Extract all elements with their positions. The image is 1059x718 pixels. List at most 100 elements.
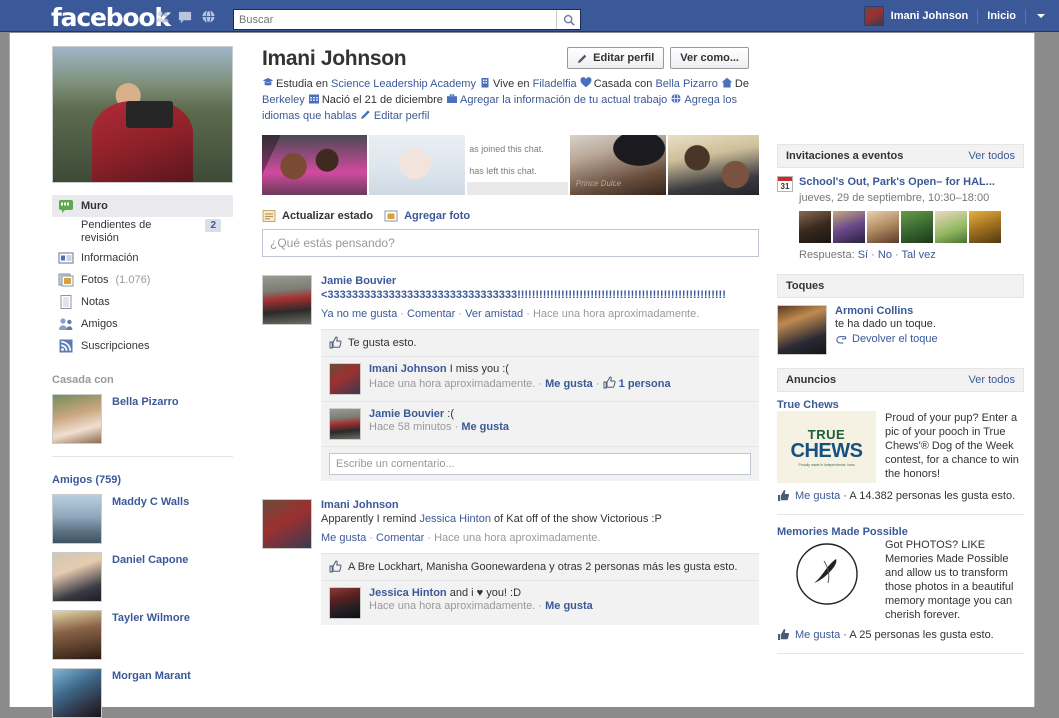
poke-author-link[interactable]: Armoni Collins	[835, 305, 913, 317]
avatar[interactable]	[329, 408, 361, 440]
thumbs-up-icon[interactable]	[777, 489, 790, 502]
ad-title-link[interactable]: Memories Made Possible	[777, 526, 908, 538]
event-response-no[interactable]: No	[878, 249, 892, 261]
user-name-link[interactable]: Imani Johnson	[891, 10, 969, 22]
ads-see-all-link[interactable]: Ver todos	[969, 374, 1015, 386]
poke-back-row[interactable]: Devolver el toque	[835, 332, 938, 345]
profile-picture[interactable]	[52, 46, 233, 183]
subscriptions-icon	[58, 338, 74, 354]
friend-name[interactable]: Morgan Marant	[112, 668, 191, 682]
view-as-button[interactable]: Ver como...	[670, 47, 749, 69]
ad-image-true-chews[interactable]: TRUE CHEWS Proudly made in Independence,…	[777, 411, 876, 483]
comment-like-link[interactable]: Me gusta	[545, 600, 593, 612]
post-text-mention[interactable]: Jessica Hinton	[419, 513, 491, 525]
list-item[interactable]: Bella Pizarro	[52, 394, 224, 444]
comment-author[interactable]: Jessica Hinton	[369, 587, 447, 599]
home-link[interactable]: Inicio	[987, 10, 1016, 22]
meta-link-spouse[interactable]: Bella Pizarro	[655, 78, 717, 90]
sidebar-item-suscripciones[interactable]: Suscripciones	[52, 335, 233, 357]
friend-requests-icon[interactable]	[155, 9, 170, 24]
list-item[interactable]: Maddy C Walls	[52, 494, 224, 544]
ad-image-memories[interactable]	[777, 538, 876, 610]
post-unlike-link[interactable]: Ya no me gusta	[321, 308, 397, 320]
comment-author[interactable]: Imani Johnson	[369, 363, 447, 375]
messages-icon[interactable]	[178, 9, 193, 24]
tab-add-photo[interactable]: Agregar foto	[404, 210, 470, 222]
comment-like-link[interactable]: Me gusta	[545, 378, 593, 390]
avatar[interactable]	[799, 211, 831, 243]
photo-video-chat[interactable]	[262, 135, 367, 195]
list-item[interactable]: Daniel Capone	[52, 552, 224, 602]
list-item[interactable]: Morgan Marant	[52, 668, 224, 718]
avatar[interactable]	[935, 211, 967, 243]
tab-update-status[interactable]: Actualizar estado	[282, 210, 373, 222]
friend-name[interactable]: Daniel Capone	[112, 552, 188, 566]
comment-like-count[interactable]: 1 persona	[619, 378, 671, 390]
sidebar-item-notas[interactable]: Notas	[52, 291, 233, 313]
status-input[interactable]: ¿Qué estás pensando?	[262, 229, 759, 257]
avatar[interactable]	[864, 6, 884, 26]
notifications-globe-icon[interactable]	[201, 9, 216, 24]
friend-name[interactable]: Bella Pizarro	[112, 394, 179, 408]
avatar[interactable]	[52, 394, 102, 444]
post-comment-link[interactable]: Comentar	[376, 532, 424, 544]
event-response-yes[interactable]: Sí	[858, 249, 868, 261]
avatar[interactable]	[867, 211, 899, 243]
profile-nav-list: Muro Pendientes de revisión 2 Informació…	[52, 195, 233, 357]
avatar[interactable]	[262, 275, 312, 325]
edit-profile-button[interactable]: Editar perfil	[567, 47, 664, 69]
post-comment-link[interactable]: Comentar	[407, 308, 455, 320]
meta-link-work[interactable]: Agregar la información de tu actual trab…	[460, 94, 667, 106]
post-like-link[interactable]: Me gusta	[321, 532, 366, 544]
list-item[interactable]: Tayler Wilmore	[52, 610, 224, 660]
sidebar-item-pendientes[interactable]: Pendientes de revisión 2	[52, 217, 233, 247]
comment-input[interactable]: Escribe un comentario...	[329, 453, 751, 475]
avatar[interactable]	[329, 363, 361, 395]
avatar[interactable]	[901, 211, 933, 243]
sidebar-item-amigos[interactable]: Amigos	[52, 313, 233, 335]
photo-sunglasses-man[interactable]: Prince Dulce	[570, 135, 667, 195]
meta-link-city[interactable]: Filadelfia	[533, 78, 577, 90]
avatar[interactable]	[52, 494, 102, 544]
meta-link-edit[interactable]: Editar perfil	[374, 110, 430, 122]
avatar[interactable]	[52, 552, 102, 602]
ad-title-link[interactable]: True Chews	[777, 399, 839, 411]
avatar[interactable]	[262, 499, 312, 549]
school-icon	[262, 77, 274, 88]
sidebar-item-informacion[interactable]: Información	[52, 247, 233, 269]
avatar[interactable]	[969, 211, 1001, 243]
search-box[interactable]	[233, 9, 581, 30]
avatar[interactable]	[52, 668, 102, 718]
chevron-down-icon[interactable]	[1037, 14, 1045, 18]
thumbs-up-icon[interactable]	[777, 628, 790, 641]
meta-link-hometown[interactable]: Berkeley	[262, 94, 305, 106]
sidebar-item-label: Amigos	[81, 318, 118, 330]
facebook-logo[interactable]: facebook	[51, 3, 170, 32]
photo-chat-log[interactable]: as joined this chat. has left this chat.	[467, 135, 568, 195]
meta-link-school[interactable]: Science Leadership Academy	[331, 78, 476, 90]
event-title-link[interactable]: School's Out, Park's Open– for HAL...	[799, 176, 995, 188]
friends-heading[interactable]: Amigos (759)	[52, 474, 224, 486]
post-author[interactable]: Jamie Bouvier	[321, 275, 759, 287]
pokes-title: Toques	[786, 280, 824, 292]
friend-name[interactable]: Tayler Wilmore	[112, 610, 190, 624]
ad-like-link[interactable]: Me gusta	[795, 490, 840, 502]
event-response-maybe[interactable]: Tal vez	[902, 249, 936, 261]
photo-cupcakes[interactable]	[369, 135, 466, 195]
avatar[interactable]	[52, 610, 102, 660]
search-button[interactable]	[556, 10, 580, 29]
ad-like-link[interactable]: Me gusta	[795, 629, 840, 641]
comment-author[interactable]: Jamie Bouvier	[369, 408, 444, 420]
sidebar-item-fotos[interactable]: Fotos (1.076)	[52, 269, 233, 291]
sidebar-item-muro[interactable]: Muro	[52, 195, 233, 217]
post-friendship-link[interactable]: Ver amistad	[465, 308, 523, 320]
post-author[interactable]: Imani Johnson	[321, 499, 759, 511]
comment-like-link[interactable]: Me gusta	[461, 421, 509, 433]
friend-name[interactable]: Maddy C Walls	[112, 494, 189, 508]
avatar[interactable]	[833, 211, 865, 243]
photo-two-girls[interactable]	[668, 135, 759, 195]
avatar[interactable]	[329, 587, 361, 619]
avatar[interactable]	[777, 305, 827, 355]
search-input[interactable]	[234, 10, 556, 29]
events-see-all-link[interactable]: Ver todos	[969, 150, 1015, 162]
